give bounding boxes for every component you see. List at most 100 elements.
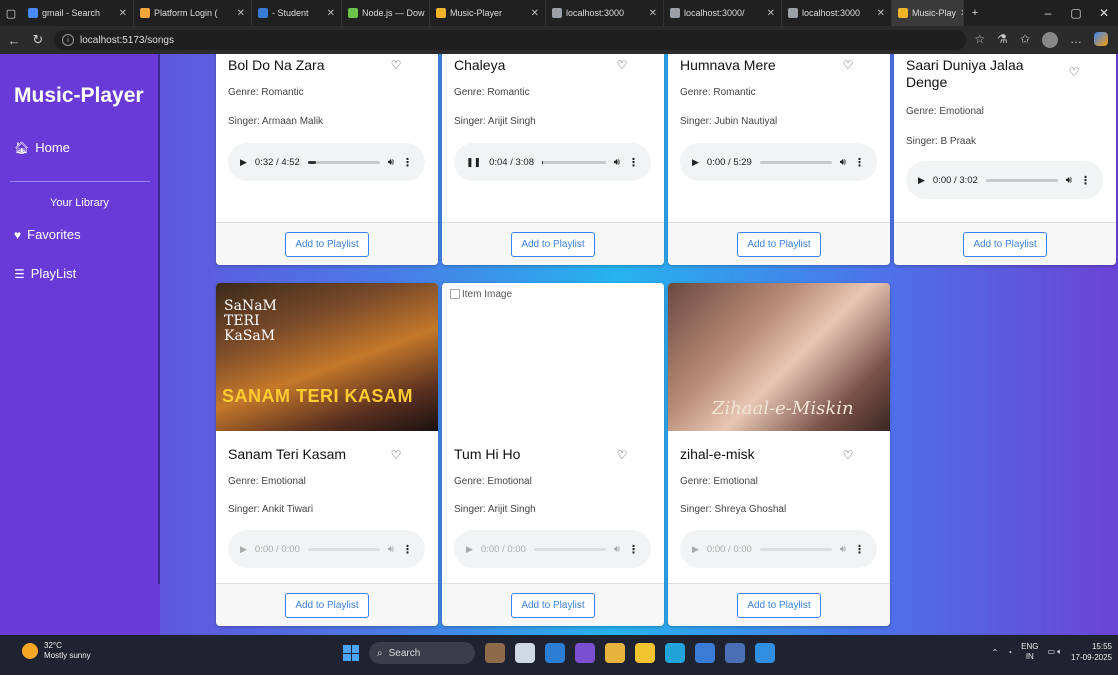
close-tab-icon[interactable]: ✕ [877,8,885,19]
teams-app-icon[interactable] [575,643,595,663]
browser-tab[interactable]: gmail - Search ✕ [22,0,134,26]
volume-icon[interactable]: 🔊︎ [614,544,620,555]
close-tab-icon[interactable]: ✕ [649,8,657,19]
extensions-icon[interactable]: ⚗ [997,32,1008,48]
volume-icon[interactable]: 🔊︎ [614,157,620,168]
sidebar-item-home[interactable]: 🏠︎ Home [14,140,70,155]
vscode-insiders-icon[interactable] [725,643,745,663]
more-options-icon[interactable]: ⋮ [854,156,865,169]
close-tab-icon[interactable]: ✕ [767,8,775,19]
play-icon[interactable]: ▶ [692,157,699,168]
clock[interactable]: 15:55 17-09-2025 [1071,641,1112,663]
play-icon[interactable]: ▶ [692,544,699,555]
audio-player[interactable]: ❚❚ 0:04 / 3:08 🔊︎ ⋮ [454,143,651,181]
browser-tab[interactable]: localhost:3000 ✕ [546,0,664,26]
refresh-icon[interactable]: ↻ [30,32,46,48]
minimize-icon[interactable]: – [1034,6,1062,20]
more-options-icon[interactable]: ⋮ [628,156,639,169]
browser-tab[interactable]: localhost:3000/ ✕ [664,0,782,26]
seek-bar[interactable] [985,178,1058,182]
language-indicator[interactable]: ENG IN [1021,642,1038,662]
audio-player[interactable]: ▶ 0:00 / 5:29 🔊︎ ⋮ [680,143,877,181]
browser-tab[interactable]: Node.js — Dow✕ [342,0,430,26]
audio-player[interactable]: ▶ 0:00 / 0:00 🔊︎ ⋮ [680,530,877,568]
browser-tab[interactable]: localhost:3000 ✕ [782,0,892,26]
tab-actions-icon[interactable]: ▢ [0,0,22,26]
sidebar-item-playlist[interactable]: ☰ PlayList [14,266,76,281]
add-to-playlist-button[interactable]: Add to Playlist [285,592,369,618]
browser-app-icon[interactable] [665,643,685,663]
volume-icon[interactable]: 🔊︎ [840,544,846,555]
url-field[interactable]: i localhost:5173/songs [54,30,967,50]
copilot-icon[interactable] [1094,32,1108,46]
back-icon[interactable]: ← [6,33,22,48]
heart-outline-icon[interactable]: ♡ [840,58,856,72]
browser-tab[interactable]: Music-Player ✕ [430,0,546,26]
windows-start-icon[interactable] [343,645,359,661]
close-tab-icon[interactable]: ✕ [119,8,127,19]
more-options-icon[interactable]: ⋮ [628,543,639,556]
browser-tab[interactable]: Platform Login (✕ [134,0,252,26]
sidebar-item-favorites[interactable]: ♥ Favorites [14,227,81,242]
heart-outline-icon[interactable]: ♡ [614,448,630,462]
heart-outline-icon[interactable]: ♡ [1066,65,1082,79]
more-options-icon[interactable]: ⋮ [1080,174,1091,187]
heart-outline-icon[interactable]: ♡ [388,58,404,72]
browser-tab[interactable]: - Student ✕ [252,0,342,26]
favorite-star-icon[interactable]: ☆ [974,32,985,48]
add-to-playlist-button[interactable]: Add to Playlist [285,231,369,257]
volume-icon[interactable]: 🔊︎ [388,157,394,168]
taskbar-search[interactable]: ⌕ Search [369,642,475,664]
file-explorer-icon[interactable] [635,643,655,663]
photos-app-icon[interactable] [605,643,625,663]
close-tab-icon[interactable]: ✕ [237,8,245,19]
pause-icon[interactable]: ❚❚ [466,157,481,168]
more-options-icon[interactable]: ⋮ [854,543,865,556]
profile-avatar[interactable] [1042,32,1058,48]
more-options-icon[interactable]: ⋮ [402,156,413,169]
volume-icon[interactable]: 🔊︎ [388,544,394,555]
seek-bar[interactable] [542,160,606,164]
audio-player[interactable]: ▶ 0:00 / 0:00 🔊︎ ⋮ [228,530,425,568]
wifi-volume-icon[interactable]: ▭ 🔈︎ [1047,647,1062,657]
seek-bar[interactable] [307,547,380,551]
close-tab-icon[interactable]: ✕ [531,8,539,19]
play-icon[interactable]: ▶ [918,175,925,186]
play-icon[interactable]: ▶ [240,544,247,555]
heart-outline-icon[interactable]: ♡ [614,58,630,72]
audio-player[interactable]: ▶ 0:00 / 3:02 🔊︎ ⋮ [906,161,1103,199]
more-options-icon[interactable]: ⋮ [402,543,413,556]
add-to-playlist-button[interactable]: Add to Playlist [737,592,821,618]
add-to-playlist-button[interactable]: Add to Playlist [511,231,595,257]
add-to-playlist-button[interactable]: Add to Playlist [737,231,821,257]
seek-bar[interactable] [533,547,606,551]
favorites-icon[interactable]: ✩ [1020,32,1030,48]
close-tab-icon[interactable]: ✕ [327,8,335,19]
store-app-icon[interactable] [695,643,715,663]
add-to-playlist-button[interactable]: Add to Playlist [963,231,1047,257]
heart-outline-icon[interactable]: ♡ [840,448,856,462]
new-tab-button[interactable]: + [964,0,986,26]
network-icon[interactable]: ◔ [1007,648,1012,657]
browser-tab[interactable]: Music-Play✕ [892,0,964,26]
chevron-up-icon[interactable]: ⌃ [992,648,999,657]
edge-app-icon[interactable] [545,643,565,663]
audio-player[interactable]: ▶ 0:32 / 4:52 🔊︎ ⋮ [228,143,425,181]
seek-bar[interactable] [307,160,380,164]
site-info-icon[interactable]: i [62,34,74,46]
add-to-playlist-button[interactable]: Add to Playlist [511,592,595,618]
close-window-icon[interactable]: ✕ [1090,6,1118,20]
heart-outline-icon[interactable]: ♡ [388,448,404,462]
play-icon[interactable]: ▶ [466,544,473,555]
seek-bar[interactable] [759,547,832,551]
volume-icon[interactable]: 🔊︎ [1066,175,1072,186]
volume-icon[interactable]: 🔊︎ [840,157,846,168]
seek-bar[interactable] [759,160,832,164]
more-icon[interactable]: … [1070,32,1082,48]
vscode-app-icon[interactable] [755,643,775,663]
audio-player[interactable]: ▶ 0:00 / 0:00 🔊︎ ⋮ [454,530,651,568]
weather-widget[interactable]: 32°C Mostly sunny [22,641,91,661]
widgets-app-icon[interactable] [485,643,505,663]
play-icon[interactable]: ▶ [240,157,247,168]
task-view-icon[interactable] [515,643,535,663]
